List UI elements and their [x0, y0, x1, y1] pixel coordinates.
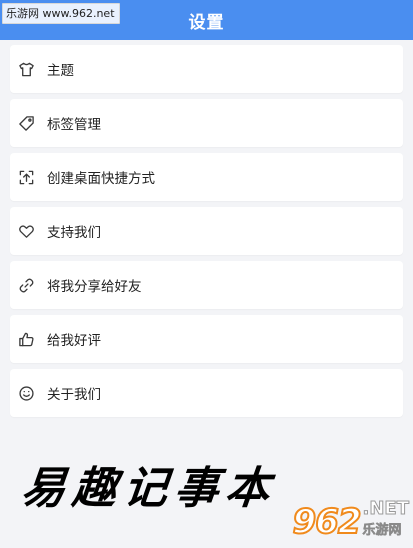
- link-icon: [17, 276, 35, 294]
- settings-item-label: 将我分享给好友: [47, 279, 142, 295]
- settings-item-label: 主题: [47, 63, 74, 79]
- settings-item-share[interactable]: 将我分享给好友: [10, 261, 403, 309]
- tag-icon: [17, 114, 35, 132]
- shortcut-upload-icon: [17, 168, 35, 186]
- settings-item-rate[interactable]: 给我好评: [10, 315, 403, 363]
- settings-item-shortcut[interactable]: 创建桌面快捷方式: [10, 153, 403, 201]
- heart-icon: [17, 222, 35, 240]
- settings-item-label: 给我好评: [47, 333, 101, 349]
- tshirt-icon: [17, 60, 35, 78]
- settings-item-support[interactable]: 支持我们: [10, 207, 403, 255]
- settings-item-theme[interactable]: 主题: [10, 45, 403, 93]
- smiley-icon: [17, 384, 35, 402]
- settings-item-tags[interactable]: 标签管理: [10, 99, 403, 147]
- watermark-logo: 962: [292, 501, 363, 543]
- watermark-cn: 乐游网: [362, 523, 402, 539]
- app-name-calligraphy: 易趣记事本: [18, 463, 280, 514]
- thumbs-up-icon: [17, 330, 35, 348]
- settings-item-about[interactable]: 关于我们: [10, 369, 403, 417]
- watermark-bottom: 962 .NET 乐游网: [292, 498, 410, 544]
- watermark-net: .NET: [362, 498, 409, 520]
- settings-item-label: 创建桌面快捷方式: [47, 171, 155, 187]
- watermark-top: 乐游网 www.962.net: [2, 3, 120, 24]
- settings-item-label: 标签管理: [47, 117, 101, 133]
- settings-item-label: 关于我们: [47, 387, 101, 403]
- page-title: 设置: [188, 12, 225, 33]
- settings-item-label: 支持我们: [47, 225, 101, 241]
